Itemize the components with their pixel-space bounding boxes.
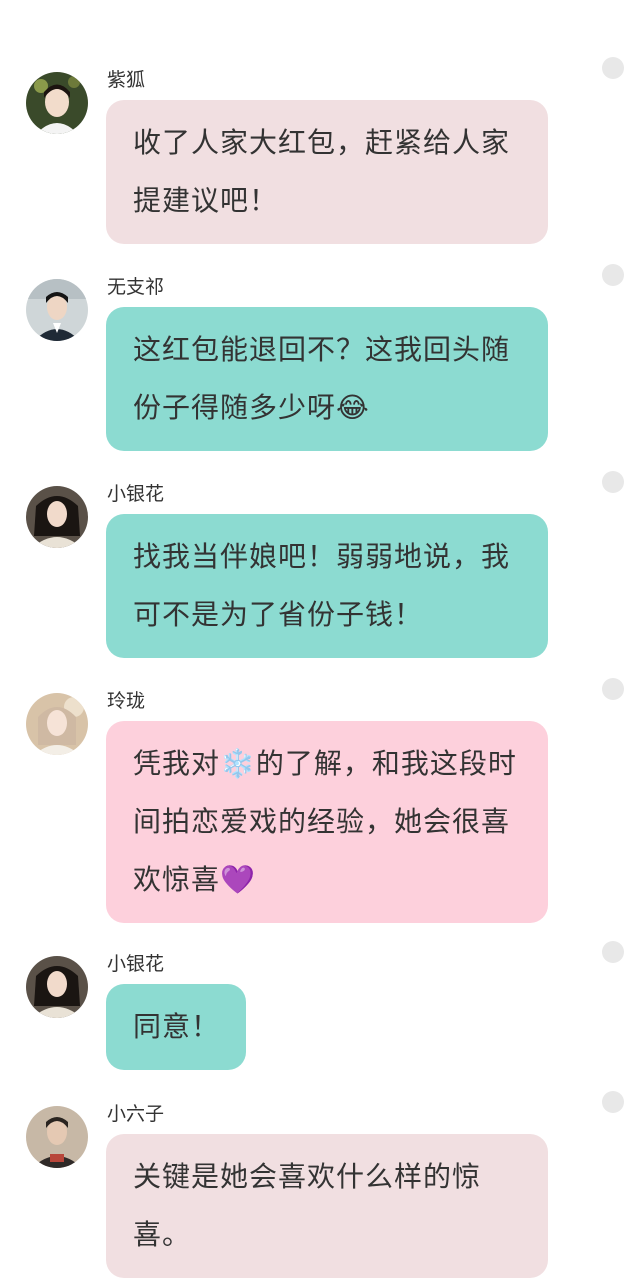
message-bubble[interactable]: 凭我对❄️的了解，和我这段时间拍恋爱戏的经验，她会很喜欢惊喜💜	[106, 721, 548, 923]
status-dot-icon[interactable]	[602, 264, 624, 286]
avatar[interactable]	[26, 1106, 88, 1168]
avatar[interactable]	[26, 486, 88, 548]
status-dot-icon[interactable]	[602, 678, 624, 700]
sender-name: 无支祁	[107, 276, 165, 298]
sender-name: 小银花	[107, 483, 165, 505]
status-dot-icon[interactable]	[602, 941, 624, 963]
status-dot-icon[interactable]	[602, 471, 624, 493]
status-dot-icon[interactable]	[602, 57, 624, 79]
message-bubble[interactable]: 这红包能退回不？这我回头随份子得随多少呀😂	[106, 307, 548, 451]
avatar[interactable]	[26, 693, 88, 755]
chat-thread: 紫狐 收了人家大红包，赶紧给人家提建议吧！ 无支祁 这红包能退回不？这我回头随份…	[0, 0, 638, 1280]
status-dot-icon[interactable]	[602, 1091, 624, 1113]
message-bubble[interactable]: 收了人家大红包，赶紧给人家提建议吧！	[106, 100, 548, 244]
avatar[interactable]	[26, 956, 88, 1018]
avatar[interactable]	[26, 279, 88, 341]
avatar[interactable]	[26, 72, 88, 134]
message-bubble[interactable]: 找我当伴娘吧！弱弱地说，我可不是为了省份子钱！	[106, 514, 548, 658]
sender-name: 小六子	[107, 1103, 165, 1125]
sender-name: 小银花	[107, 953, 165, 975]
sender-name: 玲珑	[107, 690, 146, 712]
message-bubble[interactable]: 关键是她会喜欢什么样的惊喜。	[106, 1134, 548, 1278]
message-bubble[interactable]: 同意！	[106, 984, 246, 1070]
sender-name: 紫狐	[107, 69, 146, 91]
